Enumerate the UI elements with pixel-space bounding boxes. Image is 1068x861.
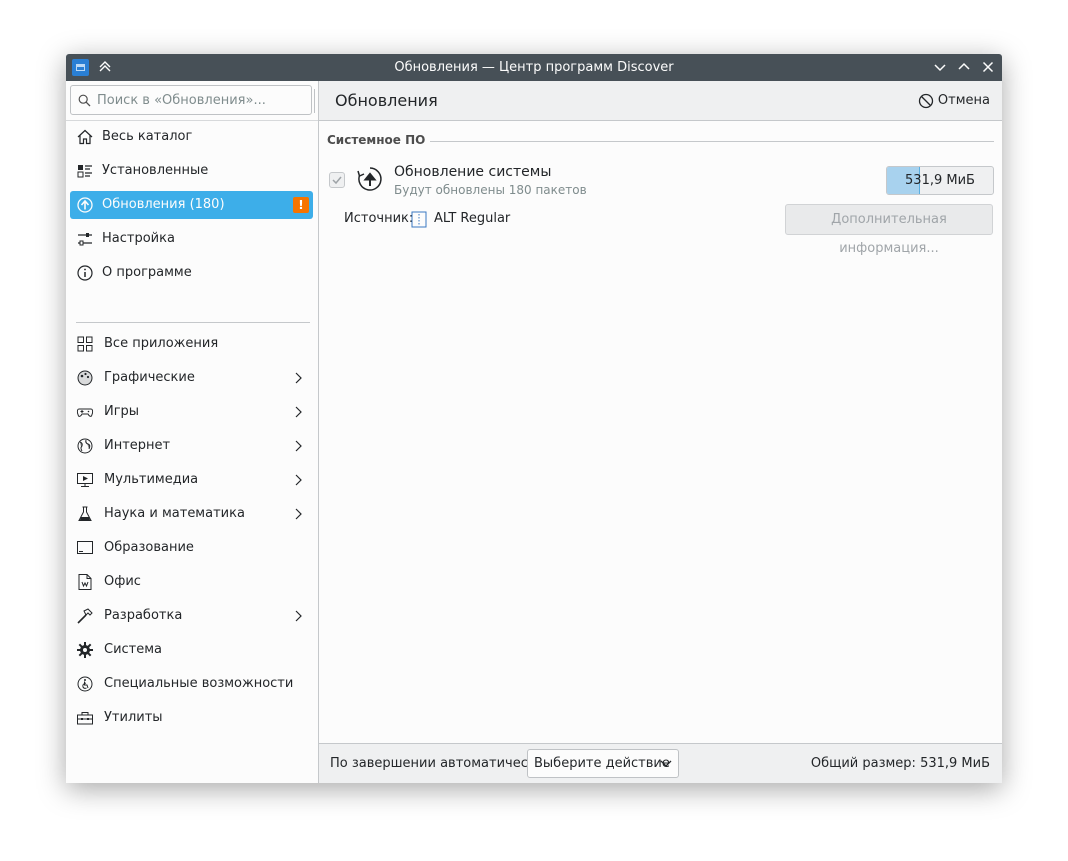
cancel-icon [918, 93, 934, 109]
sidebar-item-office[interactable]: Офис [70, 568, 313, 596]
sidebar-item-about[interactable]: О программе [70, 259, 313, 287]
chevron-right-icon [295, 406, 302, 418]
sidebar-item-label: Игры [104, 404, 140, 419]
gear-icon [77, 642, 93, 658]
globe-icon [77, 438, 93, 454]
cancel-button-label: Отмена [937, 93, 990, 108]
installed-list-icon [77, 165, 92, 178]
cancel-button[interactable]: Отмена [918, 90, 990, 112]
auto-action-label: По завершении автоматически: [330, 756, 549, 771]
sidebar-item-multimedia[interactable]: Мультимедиа [70, 466, 313, 494]
sidebar-item-label: О программе [102, 265, 192, 280]
flask-icon [78, 506, 92, 521]
multimedia-icon [77, 473, 93, 487]
sidebar: Весь каталог Установленные Обновления (1… [66, 81, 319, 783]
sidebar-item-browse[interactable]: Весь каталог [70, 123, 313, 151]
sidebar-divider [76, 322, 310, 323]
update-icon [77, 197, 93, 213]
sidebar-item-system[interactable]: Система [70, 636, 313, 664]
sidebar-item-label: Система [104, 642, 163, 657]
chevron-right-icon [295, 508, 302, 520]
sidebar-item-label: Обновления (180) [102, 197, 225, 212]
sidebar-item-updates[interactable]: Обновления (180) ! [70, 191, 313, 219]
chevron-down-icon [660, 760, 672, 767]
search-input[interactable] [97, 90, 302, 110]
page-title: Обновления [335, 91, 438, 110]
sidebar-item-label: Утилиты [104, 710, 163, 725]
warning-badge-icon: ! [293, 197, 309, 213]
sidebar-item-label: Офис [104, 574, 141, 589]
sidebar-separator [66, 120, 318, 121]
sidebar-item-internet[interactable]: Интернет [70, 432, 313, 460]
sidebar-item-label: Разработка [104, 608, 183, 623]
grid-icon [77, 336, 93, 352]
title-bar[interactable]: Обновления — Центр программ Discover [66, 54, 1002, 81]
update-size-progress: 531,9 МиБ [886, 166, 994, 195]
sidebar-item-label: Настройка [102, 231, 175, 246]
gamepad-icon [76, 408, 94, 417]
education-icon [77, 541, 93, 554]
search-icon [78, 94, 91, 107]
header-separator [314, 89, 315, 113]
sidebar-item-accessibility[interactable]: Специальные возможности [70, 670, 313, 698]
section-separator [430, 141, 994, 142]
update-size: 531,9 МиБ [905, 173, 975, 188]
updates-list: Системное ПО Обновление системы Будут об… [319, 121, 1002, 743]
settings-sliders-icon [78, 233, 92, 246]
toolbox-icon [77, 712, 93, 725]
hammer-icon [77, 608, 93, 624]
page-header: Обновления Отмена [314, 81, 1002, 121]
minimize-icon[interactable] [931, 58, 949, 76]
chevron-right-icon [295, 372, 302, 384]
sidebar-item-settings[interactable]: Настройка [70, 225, 313, 253]
sidebar-item-label: Все приложения [104, 336, 219, 351]
sidebar-item-games[interactable]: Игры [70, 398, 313, 426]
chevron-right-icon [295, 440, 302, 452]
update-name: Обновление системы [394, 164, 552, 180]
repository-icon [411, 211, 427, 228]
search-box[interactable] [70, 85, 312, 115]
auto-action-select[interactable]: Выберите действие [527, 749, 679, 778]
sidebar-item-utilities[interactable]: Утилиты [70, 704, 313, 732]
footer-bar: По завершении автоматически: Выберите де… [319, 743, 1002, 783]
sidebar-item-development[interactable]: Разработка [70, 602, 313, 630]
info-icon [77, 265, 93, 281]
update-checkbox[interactable] [329, 172, 345, 188]
update-description: Будут обновлены 180 пакетов [394, 183, 587, 197]
sidebar-item-label: Образование [104, 540, 194, 555]
graphics-icon [77, 370, 93, 386]
maximize-icon[interactable] [955, 58, 973, 76]
sidebar-item-installed[interactable]: Установленные [70, 157, 313, 185]
auto-action-value: Выберите действие [534, 756, 670, 771]
window-title: Обновления — Центр программ Discover [394, 60, 674, 75]
sidebar-item-education[interactable]: Образование [70, 534, 313, 562]
checkmark-icon [332, 176, 342, 185]
system-update-icon [357, 167, 382, 191]
total-size: Общий размер: 531,9 МиБ [810, 756, 990, 771]
office-document-icon [78, 574, 92, 590]
sidebar-item-graphics[interactable]: Графические [70, 364, 313, 392]
sidebar-item-all-apps[interactable]: Все приложения [70, 330, 313, 358]
sidebar-item-label: Мультимедиа [104, 472, 199, 487]
home-icon [77, 129, 93, 145]
sidebar-item-label: Установленные [102, 163, 209, 178]
chevron-right-icon [295, 474, 302, 486]
sidebar-item-science[interactable]: Наука и математика [70, 500, 313, 528]
close-icon[interactable] [979, 58, 997, 76]
more-info-button[interactable]: Дополнительная информация... [785, 204, 993, 256]
accessibility-icon [77, 676, 93, 692]
chevron-right-icon [295, 610, 302, 622]
sidebar-item-label: Интернет [104, 438, 171, 453]
app-window: Обновления — Центр программ Discover Вес… [66, 54, 1002, 783]
sidebar-item-label: Наука и математика [104, 506, 245, 521]
sidebar-item-label: Графические [104, 370, 195, 385]
sidebar-item-label: Специальные возможности [104, 676, 294, 691]
sidebar-item-label: Весь каталог [102, 129, 193, 144]
source-value: ALT Regular [434, 211, 511, 226]
source-label: Источник: [344, 211, 414, 226]
section-title: Системное ПО [327, 133, 426, 147]
